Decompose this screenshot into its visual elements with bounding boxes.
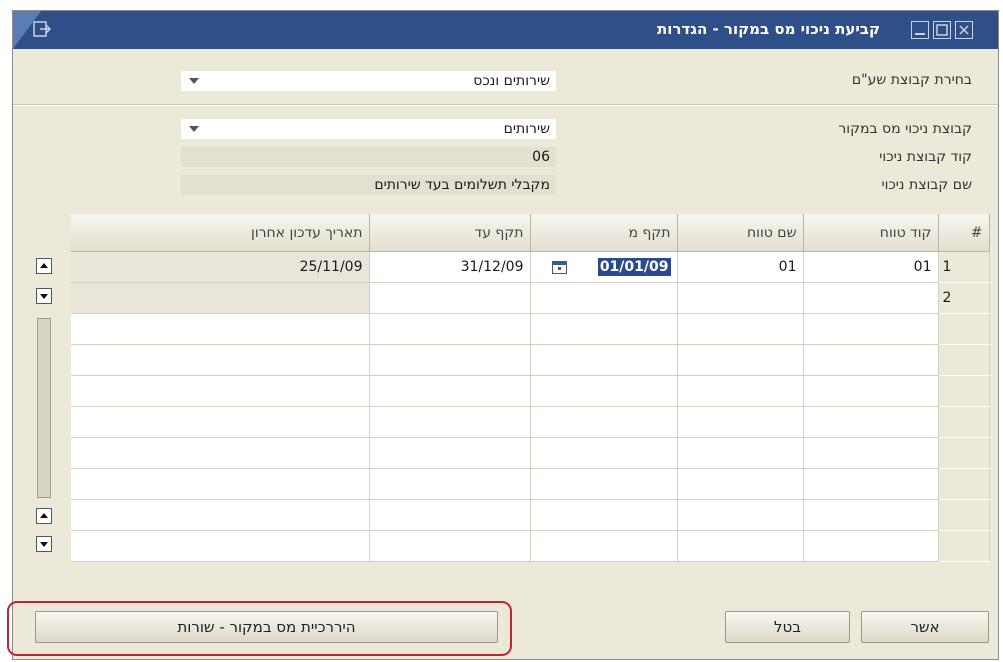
settings-window: קביעת ניכוי מס במקור - הגדרות בחירת קבוצ… (12, 10, 999, 660)
window-title: קביעת ניכוי מס במקור - הגדרות (657, 20, 880, 38)
cell-last-updated (71, 282, 370, 314)
table-row (71, 406, 990, 438)
table-row (71, 313, 990, 345)
scroll-down-icon[interactable] (36, 288, 52, 304)
table-row (71, 344, 990, 376)
cell-range-code[interactable] (803, 282, 939, 314)
row-number[interactable]: 2 (938, 282, 990, 314)
table-row (71, 437, 990, 469)
deduction-group-label: קבוצת ניכוי מס במקור (838, 121, 972, 137)
table-row[interactable]: 25/11/09 31/12/09 01/01/09 01 01 1 (71, 251, 990, 283)
calendar-icon[interactable] (552, 260, 568, 274)
table-row (71, 499, 990, 531)
group-name-field: מקבלי תשלומים בעד שירותים (181, 175, 556, 195)
deduction-group-value: שירותים (503, 121, 550, 137)
ranges-table: תאריך עדכון אחרון תקף עד תקף מ שם טווח ק… (71, 214, 990, 562)
cell-valid-from[interactable] (530, 282, 678, 314)
chevron-down-icon[interactable] (189, 78, 199, 84)
cell-range-code[interactable]: 01 (803, 251, 939, 283)
cell-valid-to[interactable] (369, 282, 531, 314)
scroll-track[interactable] (37, 318, 51, 498)
close-icon[interactable] (955, 21, 973, 39)
cell-range-name[interactable] (677, 282, 804, 314)
scroll-up-icon[interactable] (36, 508, 52, 524)
title-bar: קביעת ניכוי מס במקור - הגדרות (13, 11, 998, 49)
divider (13, 104, 998, 106)
group-code-field: 06 (181, 147, 556, 167)
cell-valid-from[interactable]: 01/01/09 (530, 251, 678, 283)
column-header-valid-to[interactable]: תקף עד (369, 214, 531, 252)
column-header-range-name[interactable]: שם טווח (677, 214, 804, 252)
scroll-down-icon[interactable] (36, 536, 52, 552)
group-name-value: מקבלי תשלומים בעד שירותים (374, 177, 550, 193)
cancel-button[interactable]: בטל (725, 611, 850, 643)
table-scrollbar[interactable] (34, 258, 56, 561)
table-row (71, 530, 990, 562)
column-header-range-code[interactable]: קוד טווח (803, 214, 939, 252)
table-header-row: תאריך עדכון אחרון תקף עד תקף מ שם טווח ק… (71, 214, 990, 252)
deduction-group-dropdown[interactable]: שירותים (181, 119, 556, 139)
column-header-row-number[interactable]: # (938, 214, 990, 252)
table-row[interactable]: 2 (71, 282, 990, 314)
group-select-label: בחירת קבוצת שע"ם (851, 72, 972, 88)
group-code-value: 06 (532, 149, 550, 165)
valid-from-value[interactable]: 01/01/09 (597, 258, 671, 276)
group-code-label: קוד קבוצת ניכוי (879, 149, 972, 165)
minimize-icon[interactable] (911, 21, 929, 39)
cell-valid-to[interactable]: 31/12/09 (369, 251, 531, 283)
column-header-last-updated[interactable]: תאריך עדכון אחרון (71, 214, 370, 252)
group-name-label: שם קבוצת ניכוי (881, 177, 972, 193)
row-number[interactable]: 1 (938, 251, 990, 283)
table-row (71, 375, 990, 407)
column-header-valid-from[interactable]: תקף מ (530, 214, 678, 252)
form-icon (33, 21, 52, 37)
highlight-annotation (7, 601, 512, 656)
chevron-down-icon[interactable] (189, 126, 199, 132)
cell-range-name[interactable]: 01 (677, 251, 804, 283)
cell-last-updated: 25/11/09 (71, 251, 370, 283)
scroll-up-icon[interactable] (36, 258, 52, 274)
table-row (71, 468, 990, 500)
group-select-value: שירותים ונכס (473, 73, 550, 89)
maximize-icon[interactable] (933, 21, 951, 39)
group-select-dropdown[interactable]: שירותים ונכס (181, 71, 556, 91)
ok-button[interactable]: אשר (861, 611, 989, 643)
